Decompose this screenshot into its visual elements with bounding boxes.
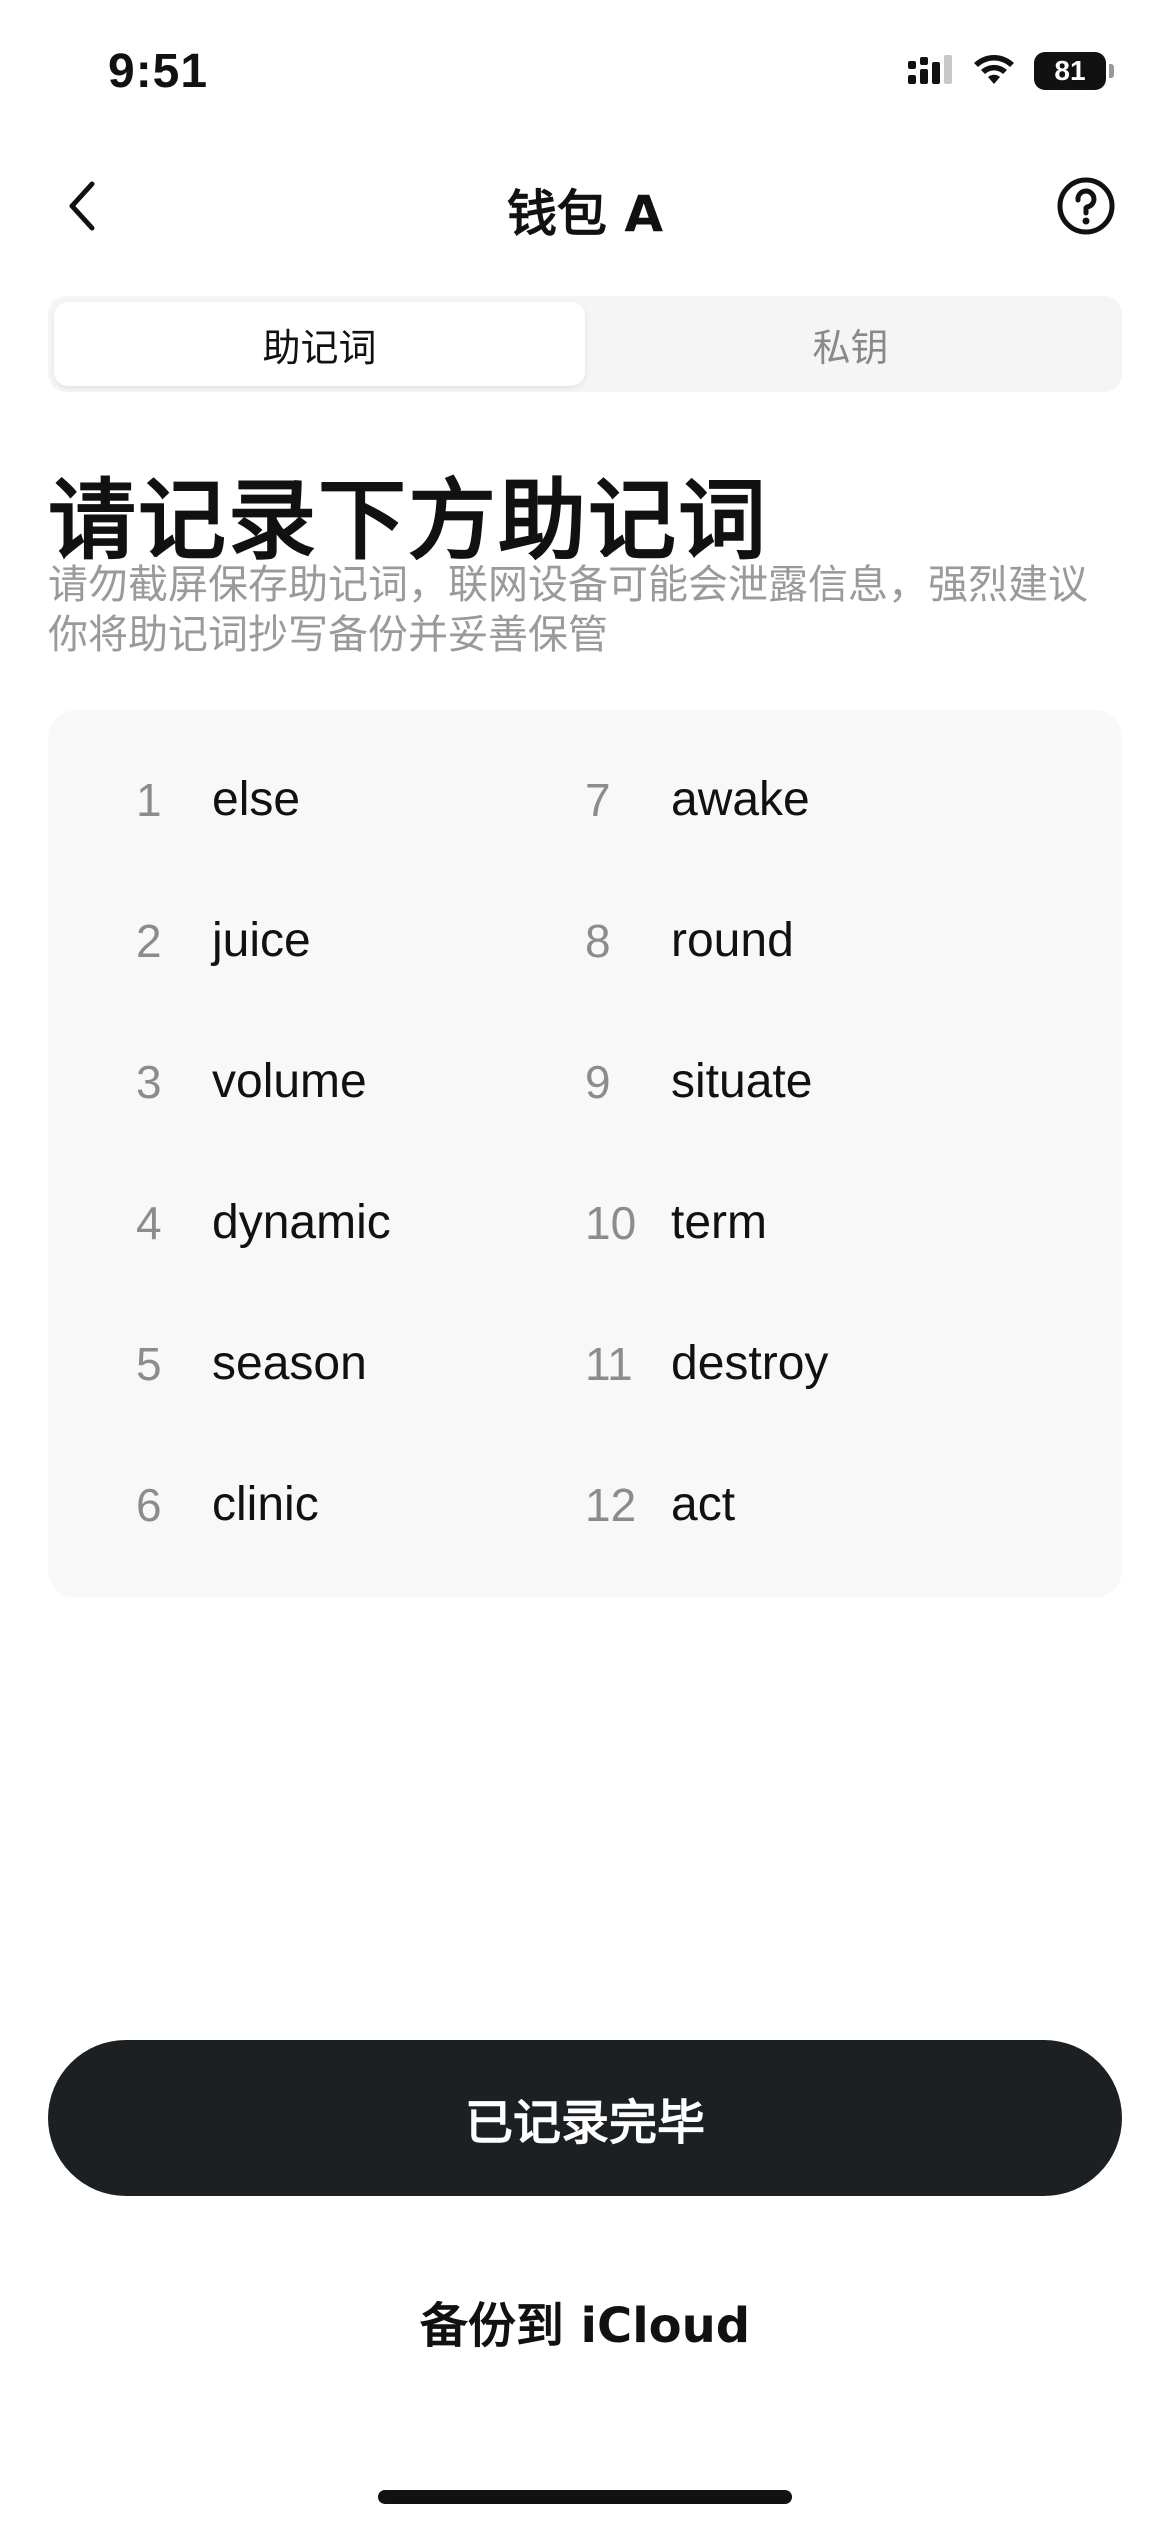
warning-text: 请勿截屏保存助记词，联网设备可能会泄露信息，强烈建议你将助记词抄写备份并妥善保管: [48, 562, 1088, 658]
status-time: 9:51: [108, 45, 209, 98]
battery-cap: [1109, 64, 1114, 78]
battery-icon: 81: [1034, 52, 1114, 90]
home-indicator: [378, 2490, 792, 2504]
word-text: round: [671, 914, 794, 967]
word-number: 4: [136, 1196, 162, 1249]
word-number: 6: [136, 1478, 162, 1531]
word-number: 8: [585, 914, 611, 967]
word-number: 10: [585, 1196, 637, 1249]
word-number: 1: [136, 773, 162, 826]
word-number: 9: [585, 1055, 611, 1108]
section-heading: 请记录下方助记词: [48, 469, 769, 572]
mnemonic-word-item: 8 round: [585, 870, 1122, 1011]
word-number: 5: [136, 1337, 162, 1390]
battery-level: 81: [1034, 52, 1106, 90]
word-text: volume: [212, 1055, 367, 1108]
screen: 9:51 81 钱包 A 助记词 私钥 请记录下方助记词 请勿截屏保存助记词，联…: [0, 0, 1170, 2532]
mnemonic-word-item: 10 term: [585, 1152, 1122, 1293]
mnemonic-word-item: 4 dynamic: [48, 1152, 585, 1293]
word-text: destroy: [671, 1337, 829, 1390]
tab-private-key[interactable]: 私钥: [585, 302, 1116, 386]
question-circle-icon: [1057, 177, 1115, 235]
help-button[interactable]: [1056, 176, 1116, 236]
mnemonic-word-item: 9 situate: [585, 1011, 1122, 1152]
nav-bar: 钱包 A: [0, 160, 1170, 250]
mnemonic-grid: 1 else 2 juice 3 volume 4 dynamic 5 season 6c…: [48, 710, 1122, 1598]
mnemonic-word-item: 1 else: [48, 729, 585, 870]
wifi-icon: [972, 52, 1016, 90]
word-number: 3: [136, 1055, 162, 1108]
word-text: act: [671, 1478, 736, 1531]
mnemonic-word-item: 2 juice: [48, 870, 585, 1011]
tab-switcher: 助记词 私钥: [48, 296, 1122, 392]
word-text: juice: [212, 914, 311, 967]
word-text: season: [212, 1337, 367, 1390]
mnemonic-word-item: 5 season: [48, 1293, 585, 1434]
word-text: awake: [671, 773, 810, 826]
status-icons: 81: [908, 52, 1114, 90]
tab-mnemonic[interactable]: 助记词: [54, 302, 585, 386]
mnemonic-word-item: 3 volume: [48, 1011, 585, 1152]
mnemonic-word-item: 12 act: [585, 1434, 1122, 1575]
confirm-recorded-button[interactable]: 已记录完毕: [48, 2040, 1122, 2196]
cellular-signal-icon: [908, 53, 954, 89]
backup-icloud-link[interactable]: 备份到 iCloud: [0, 2286, 1170, 2356]
word-text: clinic: [212, 1478, 319, 1531]
mnemonic-word-item: 11 destroy: [585, 1293, 1122, 1434]
word-number: 12: [585, 1478, 637, 1531]
mnemonic-word-item: 6 clinic: [48, 1434, 585, 1575]
word-text: else: [212, 773, 301, 826]
word-number: 7: [585, 773, 611, 826]
mnemonic-word-item: 7 awake: [585, 729, 1122, 870]
word-text: term: [671, 1196, 767, 1249]
word-text: situate: [671, 1055, 813, 1108]
word-number: 2: [136, 914, 162, 967]
mnemonic-card: 1 else 2 juice 3 volume 4 dynamic 5 season 6c…: [48, 710, 1122, 1598]
word-text: dynamic: [212, 1196, 391, 1249]
word-number: 11: [585, 1337, 633, 1390]
status-bar: 9:51 81: [0, 0, 1170, 150]
page-title: 钱包 A: [506, 185, 664, 243]
